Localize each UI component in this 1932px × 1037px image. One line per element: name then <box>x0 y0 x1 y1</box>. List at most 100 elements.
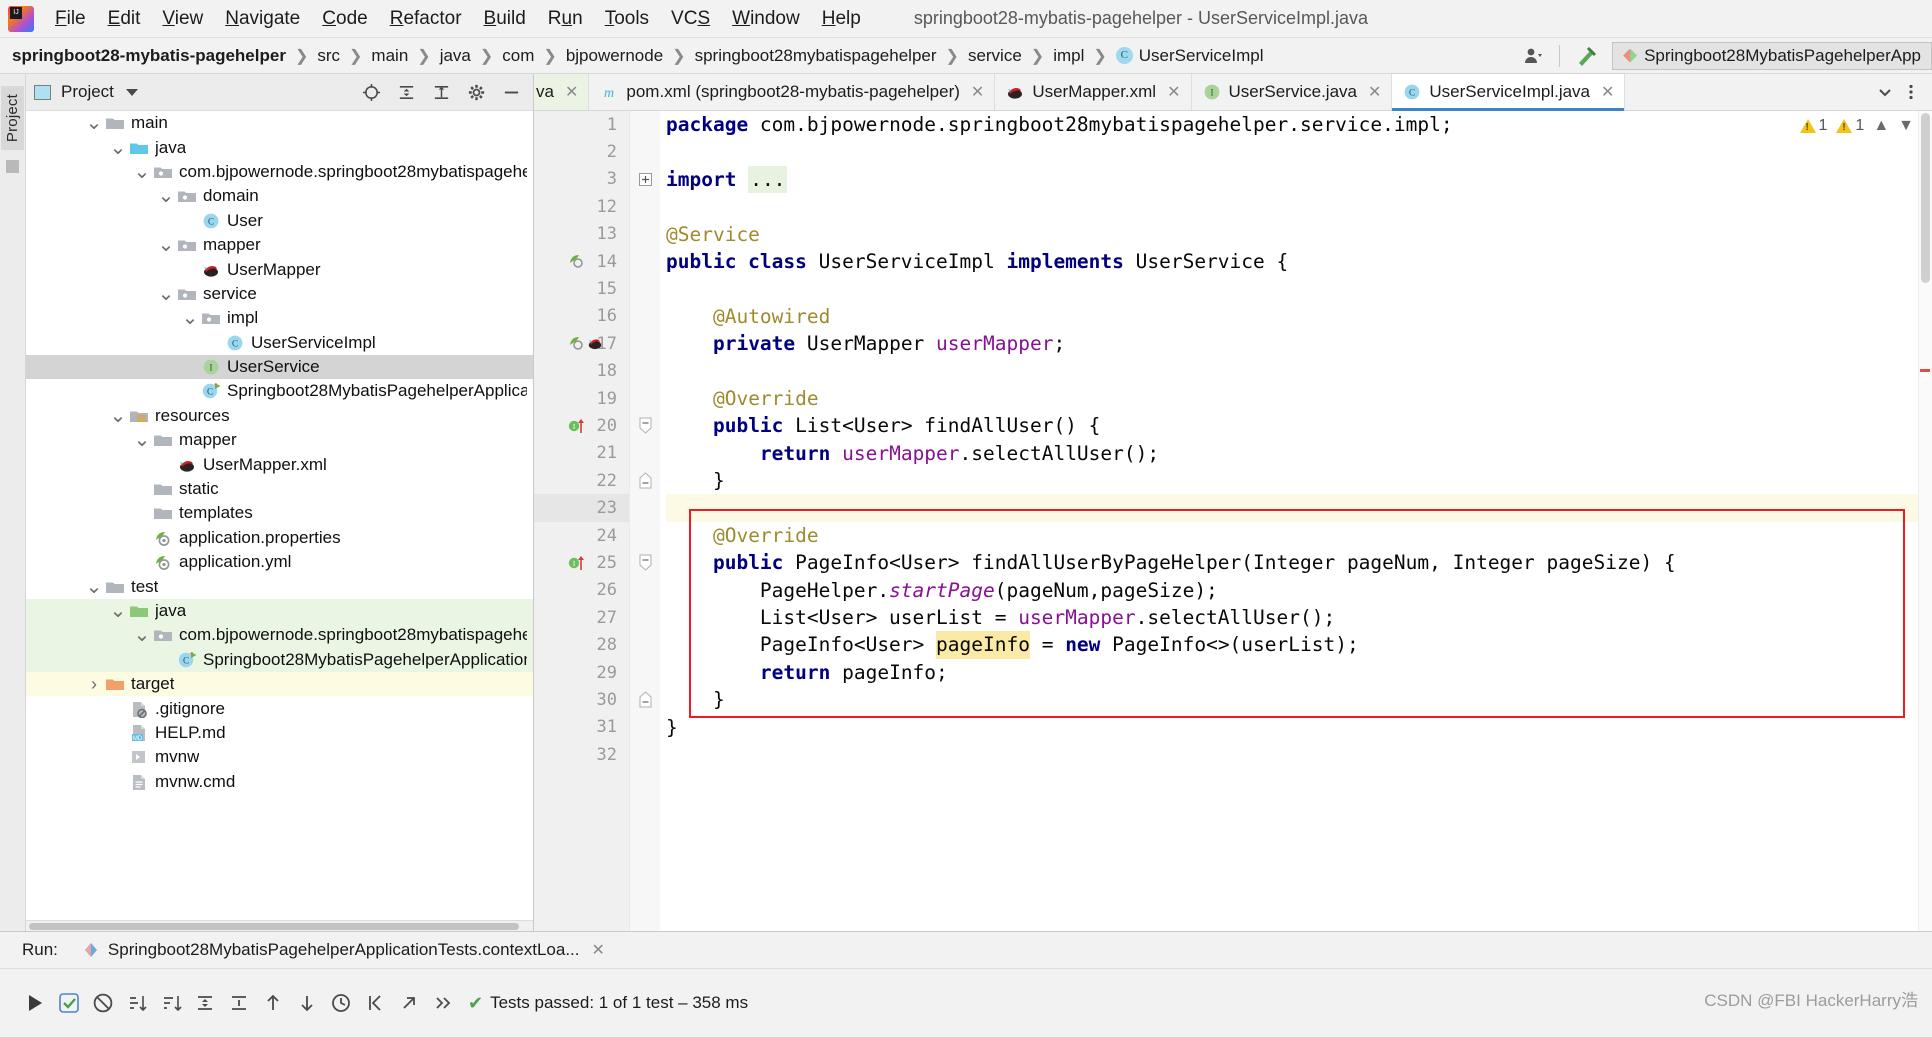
mybatis-gutter-icon[interactable] <box>587 334 604 353</box>
breadcrumb-item-java[interactable]: java <box>440 46 471 66</box>
tree-node-springboot28mybatispagehelperapplication[interactable]: C Springboot28MybatisPagehelperApplicatio… <box>26 379 533 403</box>
chevron-down-icon[interactable]: ⌄ <box>84 577 104 597</box>
tree-node-static[interactable]: static <box>26 477 533 501</box>
chevron-down-icon[interactable]: ⌄ <box>156 186 176 206</box>
gutter-line-23[interactable]: 23 <box>534 494 629 522</box>
tree-node-usermapper[interactable]: UserMapper <box>26 257 533 281</box>
code-line-28[interactable]: PageInfo<User> pageInfo = new PageInfo<>… <box>666 631 1932 659</box>
gutter-line-18[interactable]: 18 <box>534 358 629 385</box>
code-line-27[interactable]: List<User> userList = userMapper .selectA… <box>666 604 1932 631</box>
menu-edit[interactable]: Edit <box>97 6 152 32</box>
breadcrumb-item-src[interactable]: src <box>317 46 340 66</box>
tool-window-button-structure[interactable] <box>6 160 19 174</box>
tree-node-service[interactable]: ⌄ service <box>26 282 533 306</box>
build-hammer-icon[interactable] <box>1566 38 1606 73</box>
scrollbar-thumb[interactable] <box>1921 113 1930 283</box>
gutter-line-17[interactable]: 17 <box>534 330 629 357</box>
tree-node-impl[interactable]: ⌄ impl <box>26 306 533 330</box>
error-stripe-mark[interactable] <box>1920 369 1930 372</box>
breadcrumb-item-class[interactable]: C UserServiceImpl <box>1115 46 1263 66</box>
tree-node-java[interactable]: ⌄ java <box>26 135 533 159</box>
code-editor[interactable]: package com.bjpowernode.springboot28myba… <box>660 111 1932 931</box>
run-tab[interactable]: Springboot28MybatisPagehelperApplication… <box>82 940 605 960</box>
tree-node-mapper[interactable]: ⌄ mapper <box>26 428 533 452</box>
gutter-line-30[interactable]: 30 <box>534 686 629 713</box>
menu-code[interactable]: Code <box>311 6 378 32</box>
more-toolbar-button[interactable] <box>426 986 460 1020</box>
code-line-23[interactable] <box>666 494 1932 522</box>
breadcrumb-item-bjpowernode[interactable]: bjpowernode <box>566 46 663 66</box>
tree-node-mvnw[interactable]: mvnw <box>26 745 533 769</box>
gutter-line-19[interactable]: 19 <box>534 385 629 412</box>
editor-gutter[interactable]: 1 2 3 12 13 14 15 16 17 18 19 20 I 21 22 23 24 25 I 26 27 28 2… <box>534 111 630 931</box>
close-icon[interactable]: ✕ <box>565 82 578 102</box>
menu-tools[interactable]: Tools <box>594 6 660 32</box>
chevron-down-icon[interactable] <box>125 88 138 96</box>
menu-navigate[interactable]: Navigate <box>214 6 311 32</box>
hide-ignored-tests-button[interactable] <box>86 986 120 1020</box>
close-icon[interactable]: ✕ <box>1368 82 1381 102</box>
code-line-22[interactable]: } <box>666 467 1932 494</box>
toggle-passed-tests-button[interactable] <box>52 986 86 1020</box>
close-icon[interactable]: ✕ <box>1601 82 1614 102</box>
tree-node-help-md[interactable]: MD HELP.md <box>26 721 533 745</box>
chevron-right-icon[interactable]: › <box>84 675 104 693</box>
fold-marker-line-3[interactable] <box>630 166 660 193</box>
code-line-24[interactable]: @Override <box>666 522 1932 549</box>
fold-marker-line-20[interactable] <box>630 412 660 439</box>
menu-file[interactable]: File <box>44 6 97 32</box>
editor-tab-pom.xml-springboot28-mybatis-pagehelper-[interactable]: m pom.xml (springboot28-mybatis-pagehelpe… <box>589 74 996 110</box>
tool-window-button-project[interactable]: Project <box>1 86 24 151</box>
expand-all-button[interactable] <box>188 986 222 1020</box>
menu-build[interactable]: Build <box>473 6 537 32</box>
warning-count[interactable]: 1 <box>1799 117 1827 135</box>
code-line-15[interactable] <box>666 275 1932 302</box>
gutter-line-14[interactable]: 14 <box>534 248 629 275</box>
tree-node-userserviceimpl[interactable]: C UserServiceImpl <box>26 331 533 355</box>
gutter-line-28[interactable]: 28 <box>534 631 629 658</box>
tree-node-target[interactable]: › target <box>26 671 533 697</box>
spring-gutter-icon[interactable] <box>568 334 585 353</box>
gutter-line-3[interactable]: 3 <box>534 166 629 193</box>
fold-marker-line-30[interactable] <box>630 686 660 713</box>
tree-node-com-bjpowernode-springboot28mybatispagehelper[interactable]: ⌄ com.bjpowernode.springboot28mybatispage… <box>26 623 533 648</box>
code-line-26[interactable]: PageHelper. startPage (pageNum,pageSize); <box>666 577 1932 604</box>
next-problem-icon[interactable]: ▼ <box>1898 117 1914 135</box>
code-line-20[interactable]: public List<User> findAllUser() { <box>666 412 1932 439</box>
fold-marker-line-22[interactable] <box>630 467 660 494</box>
tree-node-test[interactable]: ⌄ test <box>26 574 533 598</box>
menu-help[interactable]: Help <box>811 6 872 32</box>
tree-node-templates[interactable]: templates <box>26 501 533 525</box>
chevron-down-icon[interactable]: ⌄ <box>132 430 152 450</box>
breadcrumb-item-main[interactable]: main <box>371 46 408 66</box>
rerun-button[interactable] <box>18 986 52 1020</box>
tree-node--gitignore[interactable]: .gitignore <box>26 696 533 720</box>
tree-node-resources[interactable]: ⌄ resources <box>26 404 533 428</box>
expand-all-icon[interactable] <box>432 83 451 102</box>
chevron-down-icon[interactable]: ⌄ <box>132 625 152 645</box>
gutter-marks[interactable]: I <box>568 553 585 572</box>
gutter-line-31[interactable]: 31 <box>534 714 629 741</box>
chevron-down-icon[interactable]: ⌄ <box>156 235 176 255</box>
chevron-down-icon[interactable]: ⌄ <box>108 601 128 621</box>
code-line-12[interactable] <box>666 193 1932 220</box>
hide-panel-icon[interactable] <box>502 83 521 102</box>
code-line-14[interactable]: public class UserServiceImpl implements … <box>666 248 1932 275</box>
editor-vertical-scrollbar[interactable] <box>1918 111 1932 931</box>
editor-tab-usermapper.xml[interactable]: UserMapper.xml ✕ <box>995 74 1192 110</box>
gutter-line-15[interactable]: 15 <box>534 275 629 302</box>
settings-gear-icon[interactable] <box>467 83 486 102</box>
gutter-line-26[interactable]: 26 <box>534 577 629 604</box>
menu-run[interactable]: Run <box>537 6 594 32</box>
spring-gutter-icon[interactable] <box>568 252 585 271</box>
code-line-2[interactable] <box>666 138 1932 165</box>
code-line-21[interactable]: return userMapper .selectAllUser(); <box>666 440 1932 467</box>
menu-refactor[interactable]: Refactor <box>379 6 473 32</box>
breadcrumb-item-service[interactable]: service <box>968 46 1022 66</box>
tree-node-mvnw-cmd[interactable]: mvnw.cmd <box>26 770 533 794</box>
chevron-down-icon[interactable]: ⌄ <box>180 308 200 328</box>
gutter-line-27[interactable]: 27 <box>534 604 629 631</box>
gutter-marks[interactable] <box>568 252 585 271</box>
gutter-line-25[interactable]: 25 I <box>534 549 629 576</box>
editor-tab-userserviceimpl.java[interactable]: C UserServiceImpl.java ✕ <box>1392 74 1626 111</box>
